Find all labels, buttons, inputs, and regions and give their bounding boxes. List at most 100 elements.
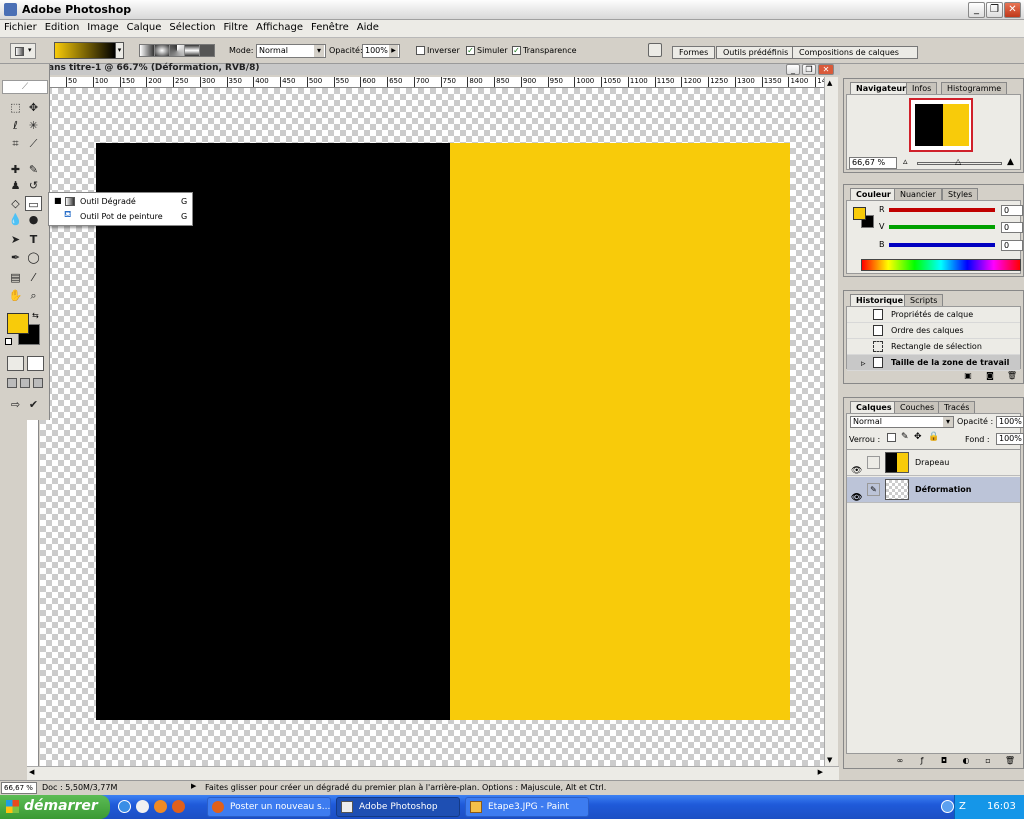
scroll-down-icon[interactable]: ▼ — [827, 756, 832, 764]
move-tool-icon[interactable]: ✥ — [25, 100, 42, 115]
blur-tool-icon[interactable]: 💧 — [7, 212, 24, 227]
eye-icon[interactable]: 👁 — [851, 485, 862, 511]
shape-tool-icon[interactable]: ◯ — [25, 250, 42, 265]
diamond-gradient-button[interactable] — [200, 45, 214, 56]
marquee-tool-icon[interactable]: ⬚ — [7, 100, 24, 115]
tab-styles[interactable]: Styles — [942, 188, 979, 200]
menu-filtre[interactable]: Filtre — [219, 20, 252, 33]
jump-to-imageready-icon[interactable]: ⇨ — [7, 397, 24, 412]
check-icon[interactable]: ✔ — [25, 397, 42, 412]
lock-position-icon[interactable]: ✥ — [914, 432, 922, 442]
zoom-slider-thumb[interactable]: △ — [955, 157, 961, 166]
brush-tool-icon[interactable]: ✎ — [25, 162, 42, 177]
menu-edition[interactable]: Edition — [41, 20, 84, 33]
start-button[interactable]: démarrer — [0, 795, 110, 819]
screen-mode-standard-icon[interactable] — [7, 378, 17, 388]
doc-close-button[interactable]: ✕ — [818, 64, 834, 75]
tool-preset-picker[interactable]: ▾ — [10, 43, 36, 59]
tab-couches[interactable]: Couches — [894, 401, 941, 413]
menu-affichage[interactable]: Affichage — [252, 20, 307, 33]
task-poster[interactable]: Poster un nouveau s... — [207, 797, 331, 817]
color-ramp[interactable] — [861, 259, 1021, 271]
flyout-item-pot-de-peinture[interactable]: ⛾ Outil Pot de peinture G — [49, 210, 192, 224]
doc-minimize-button[interactable]: _ — [786, 64, 800, 75]
navigator-zoom-field[interactable]: 66,67 % — [849, 157, 897, 169]
layer-row-deformation[interactable]: 👁 ✎ Déformation — [847, 477, 1020, 503]
history-item[interactable]: Rectangle de sélection — [847, 339, 1020, 355]
firefox-icon[interactable] — [172, 800, 185, 813]
maximize-button[interactable]: ❐ — [986, 2, 1003, 18]
clone-stamp-tool-icon[interactable]: ♟ — [7, 178, 24, 193]
tab-scripts[interactable]: Scripts — [904, 294, 944, 306]
quick-mask-icon[interactable] — [27, 356, 44, 371]
radial-gradient-button[interactable] — [155, 45, 170, 56]
palette-well-icon[interactable] — [648, 43, 662, 57]
screen-mode-full-menu-icon[interactable] — [20, 378, 30, 388]
gradient-picker[interactable] — [54, 42, 116, 59]
task-paint[interactable]: Etape3.JPG - Paint — [465, 797, 589, 817]
tab-infos[interactable]: Infos — [906, 82, 938, 94]
horizontal-scrollbar[interactable]: ◀ ▶ — [27, 766, 839, 780]
swap-colors-icon[interactable]: ⇆ — [32, 311, 39, 320]
healing-brush-tool-icon[interactable]: ✚ — [7, 162, 24, 177]
menu-image[interactable]: Image — [83, 20, 122, 33]
close-button[interactable]: ✕ — [1004, 2, 1021, 18]
ie-icon[interactable] — [118, 800, 131, 813]
pen-tool-icon[interactable]: ✒ — [7, 250, 24, 265]
palette-tab-formes[interactable]: Formes — [672, 46, 716, 59]
channel-r-slider[interactable] — [889, 208, 995, 212]
media-player-icon[interactable] — [154, 800, 167, 813]
channel-v-slider[interactable] — [889, 225, 995, 229]
adjustment-layer-icon[interactable]: ◐ — [960, 756, 972, 766]
trash-icon[interactable]: 🗑 — [1006, 371, 1018, 381]
screen-mode-full-icon[interactable] — [33, 378, 43, 388]
channel-b-slider[interactable] — [889, 243, 995, 247]
history-item-active[interactable]: ▹ Taille de la zone de travail — [847, 355, 1020, 371]
minimize-button[interactable]: _ — [968, 2, 985, 18]
mode-select[interactable]: Normal ▾ — [256, 44, 326, 58]
vertical-scrollbar[interactable]: ▲ ▼ — [824, 77, 838, 766]
gradient-dropdown-arrow[interactable]: ▾ — [115, 42, 124, 59]
opacity-field[interactable]: 100% ▶ — [362, 44, 400, 58]
trash-icon[interactable]: 🗑 — [1004, 756, 1016, 766]
menu-calque[interactable]: Calque — [123, 20, 166, 33]
link-box[interactable] — [867, 456, 880, 469]
new-document-from-state-icon[interactable]: ▣ — [962, 371, 974, 381]
channel-b-field[interactable]: 0 — [1001, 240, 1023, 251]
zoom-tool-icon[interactable]: ⌕ — [25, 288, 42, 303]
inverser-checkbox[interactable] — [416, 46, 425, 55]
feather-icon[interactable]: ⟋ — [2, 80, 48, 94]
default-colors-icon[interactable] — [5, 338, 12, 345]
navigator-thumbnail[interactable] — [909, 98, 973, 152]
layer-row-drapeau[interactable]: 👁 Drapeau — [847, 450, 1020, 476]
reflected-gradient-button[interactable] — [185, 45, 200, 56]
lock-transparency-icon[interactable] — [887, 433, 896, 442]
lock-pixels-icon[interactable]: ✎ — [901, 432, 909, 442]
browser-icon[interactable] — [136, 800, 149, 813]
fill-field[interactable]: 100% — [996, 433, 1024, 445]
color-foreground-swatch[interactable] — [853, 207, 866, 220]
status-arrow-icon[interactable]: ▶ — [191, 782, 196, 790]
history-brush-tool-icon[interactable]: ↺ — [25, 178, 42, 193]
zoom-in-icon[interactable]: ▲ — [1007, 157, 1014, 167]
new-layer-icon[interactable]: ▫ — [982, 756, 994, 766]
history-item[interactable]: Ordre des calques — [847, 323, 1020, 339]
eyedropper-tool-icon[interactable]: ⁄ — [25, 270, 42, 285]
scroll-right-icon[interactable]: ▶ — [818, 768, 823, 776]
dodge-tool-icon[interactable]: ● — [25, 212, 42, 227]
tab-histogramme[interactable]: Histogramme — [941, 82, 1008, 94]
slice-tool-icon[interactable]: ⟋ — [25, 136, 42, 151]
task-photoshop[interactable]: Adobe Photoshop — [336, 797, 460, 817]
layer-mask-icon[interactable]: ◘ — [938, 756, 950, 766]
scroll-left-icon[interactable]: ◀ — [29, 768, 34, 776]
angle-gradient-button[interactable] — [170, 45, 185, 56]
simuler-checkbox[interactable]: ✓ — [466, 46, 475, 55]
lock-all-icon[interactable]: 🔒 — [928, 432, 939, 442]
palette-tab-outils-predefinis[interactable]: Outils prédéfinis — [716, 46, 796, 59]
channel-v-field[interactable]: 0 — [1001, 222, 1023, 233]
new-snapshot-icon[interactable]: ◙ — [984, 371, 996, 381]
brush-icon[interactable]: ✎ — [867, 483, 880, 496]
magic-wand-tool-icon[interactable]: ✳ — [25, 118, 42, 133]
menu-fenetre[interactable]: Fenêtre — [307, 20, 353, 33]
canvas-area[interactable] — [40, 88, 824, 766]
